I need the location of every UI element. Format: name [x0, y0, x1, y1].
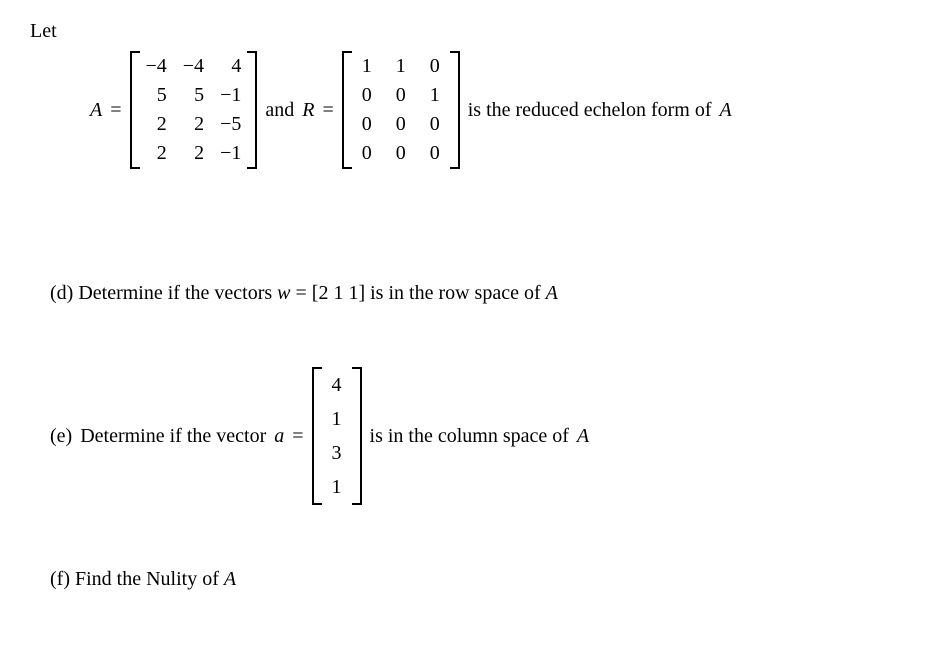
matrix-A-body: −4−44 55−1 22−5 22−1: [140, 51, 248, 169]
part-f: (f) Find the Nulity of A: [50, 565, 920, 593]
part-e-text2: is in the column space of: [370, 422, 569, 450]
part-e-label: (e): [50, 422, 72, 450]
matrix-A: −4−44 55−1 22−5 22−1: [130, 51, 258, 169]
part-e: (e) Determine if the vector a = 4 1 3 1 …: [50, 367, 920, 505]
matrix-R-body: 110 001 000 000: [352, 51, 450, 169]
A-label: A: [90, 99, 102, 122]
part-d: (d) Determine if the vectors w = [2 1 1]…: [50, 279, 920, 307]
equals-A: =: [110, 99, 121, 122]
matrix-R: 110 001 000 000: [342, 51, 460, 169]
part-e-eq: =: [292, 422, 303, 450]
part-e-var: a: [274, 422, 284, 450]
R-label: R: [302, 99, 314, 122]
part-f-label: (f): [50, 568, 70, 590]
vector-a: 4 1 3 1: [312, 367, 362, 505]
intro-text: Let: [30, 20, 920, 43]
equals-R: =: [322, 99, 333, 122]
bracket-left: [342, 51, 352, 169]
and-label: and: [265, 99, 294, 122]
part-d-text2: is in the row space of: [370, 282, 541, 304]
R-after-text: is the reduced echelon form of: [468, 99, 712, 122]
vector-a-body: 4 1 3 1: [322, 367, 352, 505]
matrices-definition: A = −4−44 55−1 22−5 22−1 and R = 110 001…: [90, 51, 920, 169]
part-d-vec: [2 1 1]: [312, 282, 365, 304]
bracket-right: [247, 51, 257, 169]
R-after-A: A: [720, 99, 732, 122]
bracket-right: [352, 367, 362, 505]
bracket-right: [450, 51, 460, 169]
part-d-eq: =: [295, 282, 306, 304]
part-d-A: A: [546, 282, 558, 304]
part-e-text1: Determine if the vector: [80, 422, 266, 450]
part-f-text: Find the Nulity of: [75, 568, 224, 590]
part-d-var: w: [277, 282, 290, 304]
part-d-label: (d): [50, 282, 73, 304]
bracket-left: [130, 51, 140, 169]
part-d-text1: Determine if the vectors: [78, 282, 272, 304]
part-f-A: A: [224, 568, 236, 590]
part-e-A: A: [577, 422, 589, 450]
bracket-left: [312, 367, 322, 505]
